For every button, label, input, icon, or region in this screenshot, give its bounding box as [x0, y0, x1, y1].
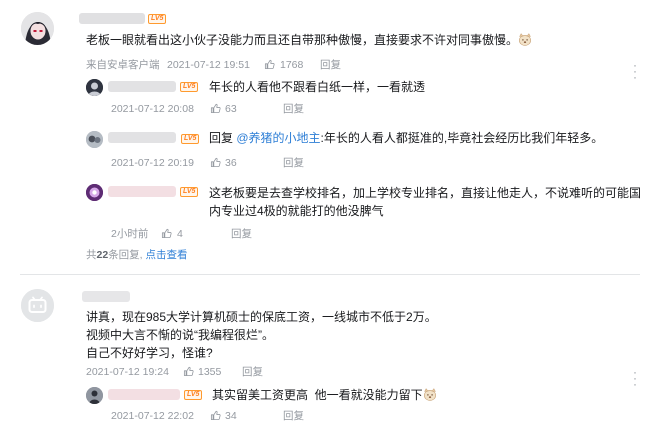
reply-text: 这老板要是去查学校排名，加上学校专业排名，直接让他走人，不说难听的可能国内专业过… [209, 186, 642, 218]
comment-text-line: 自己不好好学习，怪谁? [86, 346, 213, 360]
avatar-photo-icon [86, 131, 103, 148]
reply-button[interactable]: 回复 [283, 410, 304, 423]
mention-link[interactable]: @养猪的小地主 [236, 131, 320, 145]
reply-username-blurred[interactable] [108, 81, 176, 92]
reply-button[interactable]: 回复 [283, 157, 304, 170]
reply-avatar[interactable] [86, 387, 103, 404]
like-thumb-icon[interactable] [210, 157, 221, 168]
more-options-icon[interactable]: · · · [631, 59, 639, 83]
reply-button[interactable]: 回复 [231, 228, 252, 241]
like-thumb-icon[interactable] [210, 103, 221, 114]
reply-like-count: 36 [225, 157, 237, 169]
comment-text-line: 视频中大言不惭的说“我编程很烂”。 [86, 328, 274, 342]
username-blurred[interactable] [82, 291, 130, 302]
reply-like-count: 34 [225, 410, 237, 422]
avatar-dark-icon [86, 79, 103, 96]
reply-button[interactable]: 回复 [242, 366, 263, 379]
reply-button[interactable]: 回复 [320, 59, 341, 72]
like-thumb-icon[interactable] [264, 59, 275, 70]
reply-time: 2小时前 [111, 228, 149, 240]
view-all-link[interactable]: 点击查看 [146, 249, 188, 261]
comment-text-line: 讲真，现在985大学计算机硕士的保底工资，一线城市不低于2万。 [86, 310, 437, 324]
dog-emoji-icon [423, 388, 437, 401]
reply-text: 回复 @养猪的小地主:年长的人看人都挺准的,毕竟社会经历比我们年轻多。 [209, 131, 604, 145]
reply-level-badge: LV5 [184, 390, 203, 400]
reply-level-badge: LV5 [180, 82, 199, 92]
reply-avatar[interactable] [86, 131, 103, 148]
more-options-icon[interactable]: · · · [631, 366, 639, 390]
like-thumb-icon[interactable] [183, 366, 194, 377]
reply-level-badge: LV5 [181, 134, 200, 144]
reply-level-badge: LV5 [180, 187, 199, 197]
avatar-photo-icon [86, 387, 103, 404]
comment-text: 老板一眼就看出这小伙子没能力而且还自带那种傲慢，直接要求不许对同事傲慢。 [86, 32, 532, 49]
avatar[interactable] [21, 289, 54, 322]
avatar-anime-icon [21, 12, 54, 45]
reply-time: 2021-07-12 20:08 [111, 103, 194, 115]
reply-username-blurred[interactable] [108, 389, 180, 400]
avatar[interactable] [21, 12, 54, 45]
reply-button[interactable]: 回复 [283, 103, 304, 116]
reply-time: 2021-07-12 22:02 [111, 410, 194, 422]
reply-avatar[interactable] [86, 79, 103, 96]
like-count: 1355 [198, 366, 222, 378]
divider [20, 274, 640, 275]
bilibili-default-avatar-icon [21, 289, 54, 322]
reply-username-blurred[interactable] [108, 186, 176, 197]
comment-time: 2021-07-12 19:51 [167, 59, 250, 71]
like-thumb-icon[interactable] [210, 410, 221, 421]
reply-count-footer: 共22条回复, 点击查看 [86, 249, 188, 261]
like-count: 1768 [280, 59, 304, 71]
dog-emoji-icon [518, 33, 532, 46]
level-badge: LV5 [148, 14, 167, 24]
reply-avatar[interactable] [86, 184, 103, 201]
device-label: 来自安卓客户端 [86, 59, 160, 71]
reply-username-blurred[interactable] [108, 132, 176, 143]
like-thumb-icon[interactable] [161, 228, 172, 239]
reply-time: 2021-07-12 20:19 [111, 157, 194, 169]
reply-text: 其实留美工资更高 他一看就没能力留下 [212, 387, 437, 404]
avatar-purple-icon [86, 184, 103, 201]
comment-time: 2021-07-12 19:24 [86, 366, 169, 378]
reply-text: 年长的人看他不跟看白纸一样，一看就透 [209, 80, 426, 94]
reply-like-count: 4 [177, 228, 183, 240]
reply-like-count: 63 [225, 103, 237, 115]
username-blurred[interactable] [79, 13, 145, 24]
